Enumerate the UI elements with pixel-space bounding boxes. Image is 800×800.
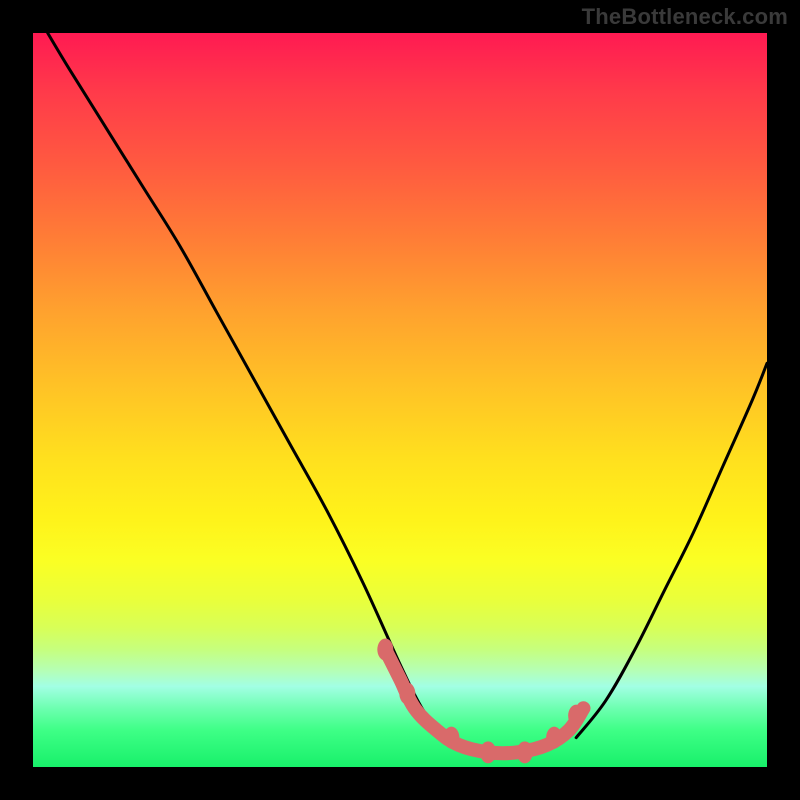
highlight-dot [480,741,496,763]
highlight-dot [546,727,562,749]
watermark-text: TheBottleneck.com [582,4,788,30]
highlight-dot [377,639,393,661]
highlight-dot [517,741,533,763]
highlight-dot [443,727,459,749]
highlight-dot [399,683,415,705]
left-curve [48,33,444,738]
plot-area [33,33,767,767]
right-curve [576,363,767,737]
chart-frame: TheBottleneck.com [0,0,800,800]
highlight-dot [568,705,584,727]
curve-overlay [33,33,767,767]
